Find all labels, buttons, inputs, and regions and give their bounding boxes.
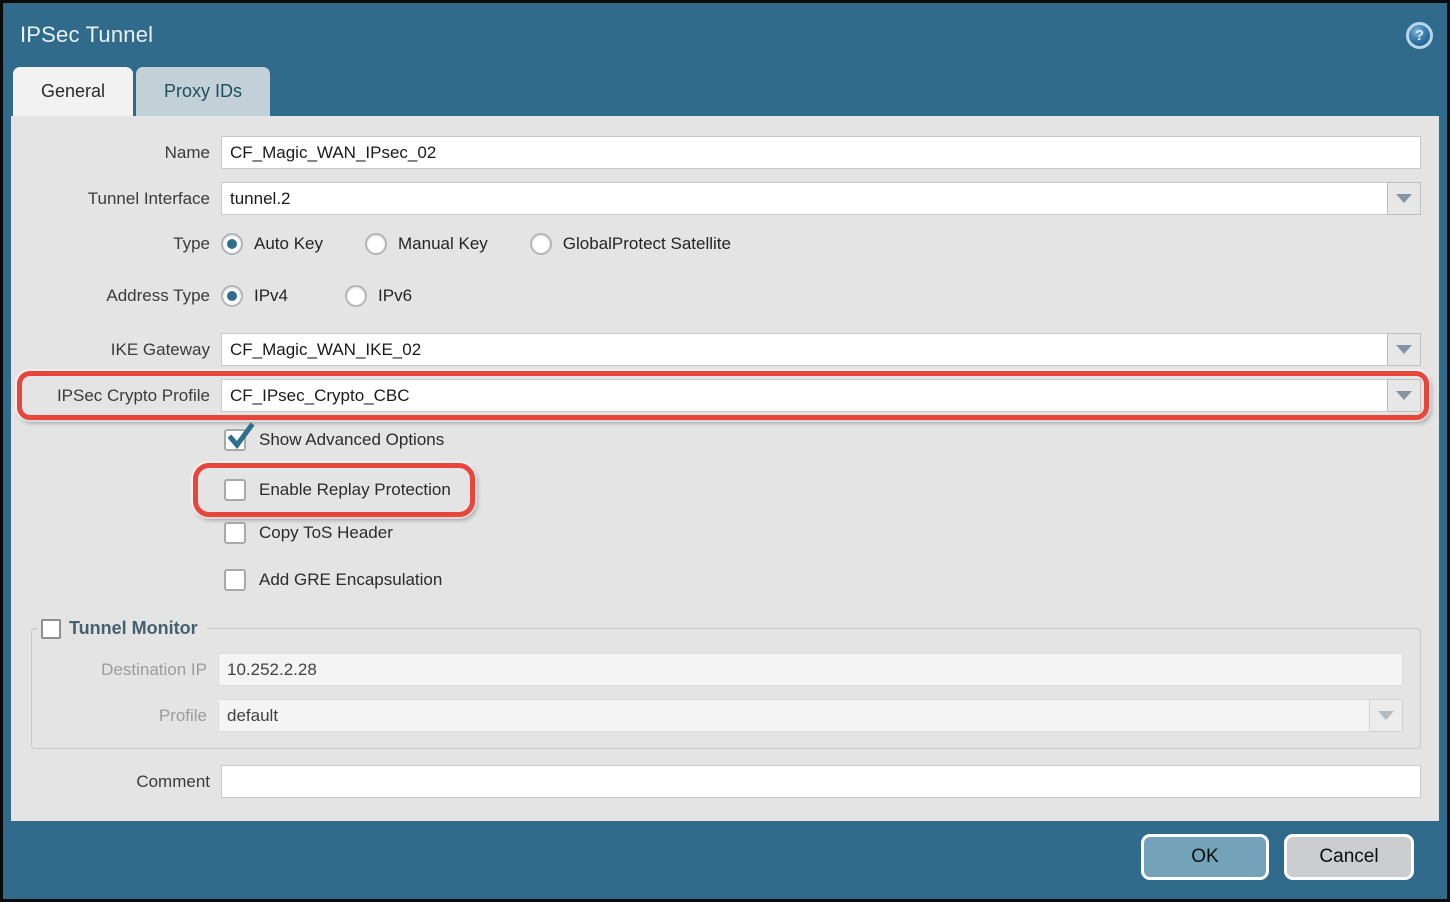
copy-tos-header-row[interactable]: Copy ToS Header	[224, 520, 1439, 546]
ipsec-crypto-profile-dropdown-button[interactable]	[1387, 379, 1421, 412]
ipsec-tunnel-dialog: IPSec Tunnel ? General Proxy IDs Name Tu…	[0, 0, 1450, 902]
copy-tos-header-label: Copy ToS Header	[259, 523, 393, 543]
radio-button-icon[interactable]	[345, 285, 367, 307]
add-gre-encapsulation-row[interactable]: Add GRE Encapsulation	[224, 567, 1439, 593]
type-row: Type Auto Key Manual Key GlobalProtect S…	[11, 231, 1421, 257]
show-advanced-options-row[interactable]: Show Advanced Options	[224, 427, 1439, 453]
chevron-down-icon	[1396, 194, 1412, 203]
ipsec-crypto-profile-input[interactable]	[221, 379, 1387, 412]
replay-protection-highlight-ring: Enable Replay Protection	[193, 463, 475, 517]
radio-globalprotect-satellite-label: GlobalProtect Satellite	[563, 234, 731, 254]
comment-label: Comment	[11, 772, 221, 792]
radio-auto-key[interactable]: Auto Key	[221, 233, 323, 255]
add-gre-encapsulation-label: Add GRE Encapsulation	[259, 570, 442, 590]
radio-manual-key[interactable]: Manual Key	[365, 233, 488, 255]
radio-globalprotect-satellite[interactable]: GlobalProtect Satellite	[530, 233, 731, 255]
chevron-down-icon	[1396, 391, 1412, 400]
enable-replay-protection-label: Enable Replay Protection	[259, 480, 451, 500]
ike-gateway-input[interactable]	[221, 333, 1387, 366]
comment-row: Comment	[11, 765, 1421, 798]
name-input[interactable]	[221, 136, 1421, 169]
tab-general[interactable]: General	[13, 67, 133, 116]
cancel-button[interactable]: Cancel	[1284, 834, 1414, 880]
tunnel-monitor-legend: Tunnel Monitor	[38, 618, 207, 639]
tunnel-interface-row: Tunnel Interface	[11, 182, 1421, 215]
name-label: Name	[11, 143, 221, 163]
chevron-down-icon	[1378, 711, 1394, 720]
copy-tos-header-checkbox[interactable]	[224, 522, 246, 544]
dialog-footer: OK Cancel	[3, 821, 1447, 880]
add-gre-encapsulation-checkbox[interactable]	[224, 569, 246, 591]
destination-ip-input	[218, 653, 1403, 686]
radio-button-icon[interactable]	[365, 233, 387, 255]
tunnel-monitor-fieldset: Tunnel Monitor Destination IP Profile	[31, 618, 1421, 749]
radio-button-icon[interactable]	[221, 285, 243, 307]
address-type-row: Address Type IPv4 IPv6	[11, 283, 1421, 309]
profile-label: Profile	[32, 706, 218, 726]
type-radio-group: Auto Key Manual Key GlobalProtect Satell…	[221, 231, 1421, 257]
tunnel-monitor-checkbox[interactable]	[41, 619, 61, 639]
help-icon[interactable]: ?	[1406, 22, 1433, 49]
show-advanced-options-checkbox[interactable]	[224, 429, 246, 451]
tunnel-interface-label: Tunnel Interface	[11, 189, 221, 209]
radio-ipv6-label: IPv6	[378, 286, 412, 306]
destination-ip-label: Destination IP	[32, 660, 218, 680]
enable-replay-protection-row[interactable]: Enable Replay Protection	[224, 477, 451, 503]
destination-ip-row: Destination IP	[32, 653, 1403, 686]
type-label: Type	[11, 234, 221, 254]
radio-ipv4[interactable]: IPv4	[221, 285, 288, 307]
ipsec-crypto-profile-label: IPSec Crypto Profile	[22, 386, 221, 406]
ike-gateway-dropdown-button[interactable]	[1387, 333, 1421, 366]
dialog-title: IPSec Tunnel	[20, 22, 153, 48]
address-type-radio-group: IPv4 IPv6	[221, 283, 1421, 309]
ok-button[interactable]: OK	[1141, 834, 1269, 880]
radio-ipv6[interactable]: IPv6	[345, 285, 412, 307]
radio-manual-key-label: Manual Key	[398, 234, 488, 254]
tab-proxy-ids[interactable]: Proxy IDs	[136, 67, 270, 116]
radio-button-icon[interactable]	[530, 233, 552, 255]
general-tab-panel: Name Tunnel Interface Type Auto Key	[11, 116, 1439, 821]
ike-gateway-row: IKE Gateway	[11, 333, 1421, 366]
radio-button-icon[interactable]	[221, 233, 243, 255]
profile-input	[218, 699, 1369, 732]
radio-ipv4-label: IPv4	[254, 286, 288, 306]
ipsec-crypto-profile-row: IPSec Crypto Profile	[22, 379, 1421, 412]
dialog-titlebar: IPSec Tunnel ?	[3, 3, 1447, 67]
radio-auto-key-label: Auto Key	[254, 234, 323, 254]
ike-gateway-label: IKE Gateway	[11, 340, 221, 360]
tunnel-monitor-label: Tunnel Monitor	[69, 618, 198, 639]
name-row: Name	[11, 136, 1421, 169]
check-icon	[226, 423, 254, 451]
tunnel-interface-input[interactable]	[221, 182, 1387, 215]
crypto-profile-highlight-ring: IPSec Crypto Profile	[17, 371, 1429, 420]
tunnel-interface-dropdown-button[interactable]	[1387, 182, 1421, 215]
tab-bar: General Proxy IDs	[3, 67, 1447, 116]
profile-dropdown-button	[1369, 699, 1403, 732]
enable-replay-protection-checkbox[interactable]	[224, 479, 246, 501]
show-advanced-options-label: Show Advanced Options	[259, 430, 444, 450]
profile-row: Profile	[32, 699, 1403, 732]
address-type-label: Address Type	[11, 286, 221, 306]
comment-input[interactable]	[221, 765, 1421, 798]
chevron-down-icon	[1396, 345, 1412, 354]
